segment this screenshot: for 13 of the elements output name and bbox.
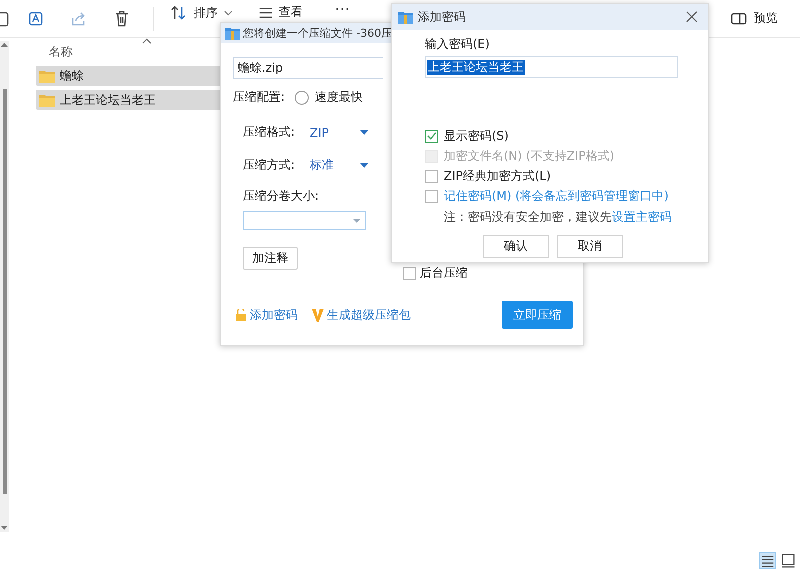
checkbox-label: ZIP经典加密方式(L): [444, 168, 552, 184]
radio-label: 速度最快: [315, 89, 364, 106]
note-text: 注：密码没有安全加密，建议先: [444, 210, 612, 224]
dialog-title: 您将创建一个压缩文件 -360压: [243, 26, 392, 40]
checkbox-label: 后台压缩: [420, 265, 468, 282]
field-label: 输入密码(E): [425, 36, 491, 53]
field-label: 压缩分卷大小:: [243, 188, 320, 205]
checkbox-label: 显示密码(S): [444, 128, 509, 144]
dialog-title: 添加密码: [418, 8, 466, 26]
checkbox-label: 加密文件名(N) (不支持ZIP格式): [444, 148, 615, 164]
checkbox-label: 记住密码(M) (将会备忘到密码管理窗口中): [444, 188, 669, 204]
field-label: 压缩格式:: [243, 124, 296, 141]
field-label: 压缩方式:: [243, 157, 296, 174]
